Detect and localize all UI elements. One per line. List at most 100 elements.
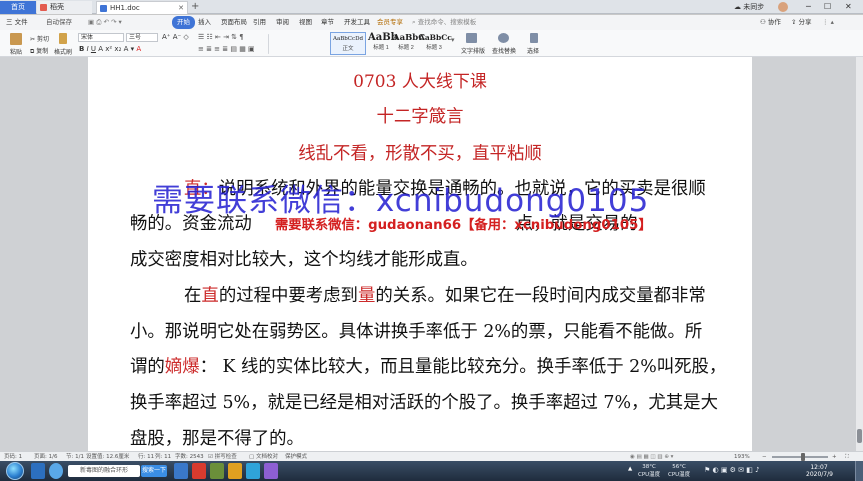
tray-icons[interactable]: ⚑ ◐ ▣ ⚙ ✉ ◧ ♪: [704, 466, 760, 474]
font-name-select[interactable]: 宋体: [78, 33, 124, 42]
copy-button[interactable]: ⧉ 复制: [30, 46, 48, 56]
check-icon: ☑: [208, 454, 213, 460]
paragraph-line: 在直的过程中要考虑到量的关系。如果它在一段时间内成交量都非常: [184, 286, 706, 306]
taskbar-clock[interactable]: 12:07 2020/7/9: [806, 464, 833, 478]
taskbar-search-input[interactable]: 新毒图的融合环形: [68, 465, 140, 477]
menu-review[interactable]: 审阅: [276, 16, 289, 29]
title-bar: 首页 稻壳 HH1.doc ✕ + ☁ 未同步 ─ ☐ ✕: [0, 0, 863, 14]
windows-taskbar: 新毒图的融合环形 搜索一下 ▲ 38°C CPU温度 56°C CPU温度 ⚑ ◐ …: [0, 461, 863, 481]
close-window-icon[interactable]: ✕: [845, 0, 852, 14]
style-heading-1[interactable]: AaBb 标题 1: [368, 32, 398, 55]
new-tab-button[interactable]: +: [191, 0, 199, 13]
document-workspace[interactable]: 0703 人大线下课 十二字箴言 线乱不看，形散不买，直平粘顺 直：说明系统和外…: [0, 57, 856, 451]
show-desktop-button[interactable]: [855, 461, 863, 481]
style-heading-3[interactable]: AaBbCc 标题 3: [419, 32, 452, 55]
collab-icon: ⚇: [760, 18, 766, 26]
share-icon: ⇪: [791, 18, 797, 26]
select-icon: [530, 33, 538, 43]
explorer-taskbar-icon[interactable]: [31, 463, 45, 479]
cloud-icon: ☁: [734, 3, 741, 11]
wps-taskbar-icon[interactable]: [192, 463, 206, 479]
paragraph-line: 盘股，那是不得了的。: [130, 429, 304, 449]
app-taskbar-icon[interactable]: [228, 463, 242, 479]
app-taskbar-icon[interactable]: [246, 463, 260, 479]
format-painter-icon[interactable]: [59, 33, 67, 44]
divider: [268, 34, 269, 54]
text-layout-icon: [466, 33, 477, 43]
menu-references[interactable]: 引用: [253, 16, 266, 29]
paste-button[interactable]: 粘贴: [10, 47, 22, 56]
file-menu[interactable]: 三 文件: [6, 16, 28, 29]
taskbar-search-button[interactable]: 搜索一下: [141, 465, 167, 477]
document-page[interactable]: 0703 人大线下课 十二字箴言 线乱不看，形散不买，直平粘顺 直：说明系统和外…: [88, 57, 752, 451]
menu-page-layout[interactable]: 页面布局: [221, 16, 247, 29]
status-bar: 页码: 1 页面: 1/6 节: 1/1 设置值: 12.6厘米 行: 11 列…: [0, 451, 863, 461]
cpu-temp-widget[interactable]: 38°C CPU温度: [638, 463, 660, 479]
minimize-icon[interactable]: ─: [806, 0, 811, 14]
paragraph-line: 谓的嫡爆： K 线的实体比较大，而且量能比较充分。换手率低于 2%叫死股，: [130, 357, 727, 377]
tab-document[interactable]: HH1.doc ✕: [96, 1, 188, 14]
font-format-icons[interactable]: B I U A x² x₂ A ▾ A: [79, 45, 141, 53]
font-grow-shrink-icon[interactable]: A⁺ A⁻ ◇: [162, 33, 189, 41]
style-normal[interactable]: AaBbCcDd 正文: [330, 32, 366, 55]
collab-button[interactable]: ⚇ 协作: [760, 16, 781, 29]
sync-status[interactable]: ☁ 未同步: [734, 1, 764, 14]
copy-icon: ⧉: [30, 48, 35, 55]
paste-icon[interactable]: [10, 33, 22, 45]
app-taskbar-icon[interactable]: [264, 463, 278, 479]
doc-title: 0703 人大线下课: [353, 72, 487, 92]
align-icons[interactable]: ≡ ≣ ≡ ≣ ▤ ▦ ▣: [198, 45, 255, 53]
cut-button[interactable]: ✂ 剪切: [30, 34, 49, 43]
find-replace-icon: [498, 33, 509, 43]
style-heading-2[interactable]: AaBbC 标题 2: [393, 32, 425, 55]
avatar[interactable]: [778, 2, 788, 12]
doc-heading: 十二字箴言: [376, 107, 464, 127]
paragraph-line: 成交密度相对比较大，这个均线才能形成直。: [130, 250, 478, 270]
tab-home[interactable]: 首页: [0, 1, 36, 14]
tab-docer-label: 稻壳: [50, 3, 64, 11]
quick-access-icons[interactable]: ▣ ⎙ ↶ ↷ ▾: [88, 16, 122, 29]
wps-writer-window: 首页 稻壳 HH1.doc ✕ + ☁ 未同步 ─ ☐ ✕ 三 文件 自动保存 …: [0, 0, 863, 481]
menu-insert[interactable]: 插入: [198, 16, 211, 29]
more-icon[interactable]: ⋮ ▴: [822, 16, 834, 29]
watermark-small: 需要联系微信：gudaonan66【备用：xcnibudong0105】: [275, 218, 652, 233]
paragraph-line: 换手率超过 5%，就是已经是相对活跃的个股了。换手率超过 7%，尤其是大: [130, 393, 718, 413]
tray-chevron-icon[interactable]: ▲: [628, 465, 632, 473]
doc-check-icon: ▢: [249, 454, 255, 460]
scissors-icon: ✂: [30, 36, 36, 43]
list-icons[interactable]: ☰ ☷ ⇤ ⇥ ⇅ ¶: [198, 33, 244, 41]
select-button[interactable]: 选择: [527, 46, 539, 55]
zoom-slider[interactable]: [772, 456, 828, 458]
maximize-icon[interactable]: ☐: [824, 0, 831, 14]
format-painter-button[interactable]: 格式刷: [54, 47, 72, 56]
menu-developer[interactable]: 开发工具: [344, 16, 370, 29]
app-taskbar-icon[interactable]: [174, 463, 188, 479]
docer-icon: [40, 4, 47, 11]
share-button[interactable]: ⇪ 分享: [791, 16, 812, 29]
autosave-toggle[interactable]: 自动保存: [46, 16, 72, 29]
vertical-scrollbar[interactable]: [856, 57, 863, 451]
scrollbar-thumb[interactable]: [857, 429, 862, 443]
menu-view[interactable]: 视图: [299, 16, 312, 29]
search-icon: ⌕: [412, 18, 416, 26]
font-size-select[interactable]: 三号: [126, 33, 158, 42]
ie-taskbar-icon[interactable]: [49, 463, 63, 479]
text-layout-button[interactable]: 文字排版: [461, 46, 485, 55]
menu-bar: 三 文件 自动保存 ▣ ⎙ ↶ ↷ ▾ 开始 插入 页面布局 引用 审阅 视图 …: [0, 15, 863, 30]
styles-expand-icon[interactable]: ▾: [451, 36, 455, 44]
command-search[interactable]: ⌕ 查找命令、搜索模板: [412, 16, 476, 29]
doc-icon: [100, 5, 107, 12]
mem-temp-widget[interactable]: 56°C CPU温度: [668, 463, 690, 479]
tab-document-label: HH1.doc: [110, 4, 140, 12]
app-taskbar-icon[interactable]: [210, 463, 224, 479]
zoom-slider-handle[interactable]: [801, 453, 805, 461]
menu-member[interactable]: 会员专享: [377, 16, 403, 29]
close-tab-icon[interactable]: ✕: [178, 2, 184, 15]
find-replace-button[interactable]: 查找替换: [492, 46, 516, 55]
menu-start[interactable]: 开始: [172, 16, 195, 29]
tab-docer[interactable]: 稻壳: [37, 1, 92, 14]
ribbon-toolbar: 粘贴 ✂ 剪切 ⧉ 复制 格式刷 宋体 三号 A⁺ A⁻ ◇ B I U A x…: [0, 30, 863, 57]
start-button[interactable]: [6, 462, 24, 480]
paragraph-line: 小。那说明它处在弱势区。具体讲换手率低于 2%的票，只能看不能做。所: [130, 322, 703, 342]
menu-sections[interactable]: 章节: [321, 16, 334, 29]
